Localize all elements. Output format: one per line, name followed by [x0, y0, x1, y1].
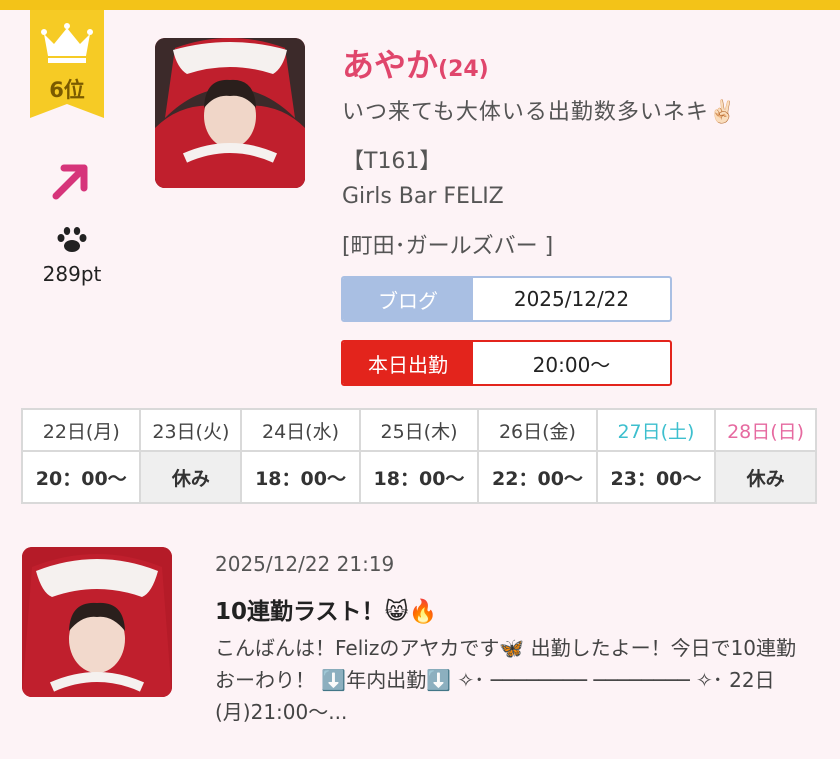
schedule-off: 休み	[714, 450, 817, 504]
schedule-day: 26日(金)	[477, 408, 598, 452]
schedule-time: 20：00〜	[20, 450, 142, 504]
profile-avatar[interactable]	[155, 38, 305, 188]
today-work-badge: 本日出勤 20:00〜	[341, 340, 672, 386]
blog-label: ブログ	[343, 278, 473, 320]
schedule-day: 24日(水)	[240, 408, 361, 452]
schedule-time: 23：00〜	[595, 450, 717, 504]
profile-catchphrase: いつ来ても大体いる出勤数多いネキ✌🏻	[342, 94, 737, 126]
shop-name[interactable]: Girls Bar FELIZ	[342, 184, 504, 209]
post-datetime: 2025/12/22 21:19	[215, 552, 395, 576]
catchphrase-text: いつ来ても大体いる出勤数多いネキ	[342, 100, 709, 125]
schedule-days-row: 22日(月) 23日(火) 24日(水) 25日(木) 26日(金) 27日(土…	[20, 408, 817, 452]
profile-age: (24)	[438, 57, 489, 82]
post-excerpt[interactable]: こんばんは！Felizのアヤカです🦋 出勤したよー！今日で10連勤おーわり！ ⬇…	[215, 632, 815, 728]
schedule-day: 23日(火)	[139, 408, 243, 452]
blog-link[interactable]: ブログ 2025/12/22	[341, 276, 672, 322]
rank-label: 6位	[49, 78, 85, 102]
post-thumbnail[interactable]	[22, 547, 172, 697]
schedule-time: 18：00〜	[358, 450, 480, 504]
profile-height: 【T161】	[342, 149, 442, 174]
points-value: 289pt	[42, 262, 102, 286]
profile-name[interactable]: あやか	[342, 46, 438, 84]
profile-name-row[interactable]: あやか(24)	[342, 40, 489, 86]
blog-date: 2025/12/22	[513, 287, 630, 311]
peace-sign-icon: ✌🏻	[708, 100, 738, 125]
today-work-label: 本日出勤	[343, 342, 473, 384]
schedule-off: 休み	[139, 450, 243, 504]
schedule-day: 25日(木)	[358, 408, 480, 452]
arrow-up-right-icon	[52, 164, 88, 200]
top-accent-bar	[0, 0, 840, 10]
schedule-day-saturday: 27日(土)	[595, 408, 717, 452]
weekly-schedule-table: 22日(月) 23日(火) 24日(水) 25日(木) 26日(金) 27日(土…	[20, 408, 817, 504]
paw-icon	[57, 227, 87, 252]
shop-area: [町田･ガールズバー ]	[342, 234, 554, 259]
rank-ribbon: 6位	[30, 10, 104, 118]
schedule-day: 22日(月)	[20, 408, 142, 452]
post-title[interactable]: 10連勤ラスト！😸🔥	[215, 592, 437, 626]
schedule-time: 22：00〜	[477, 450, 598, 504]
schedule-time: 18：00〜	[240, 450, 361, 504]
schedule-times-row: 20：00〜 休み 18：00〜 18：00〜 22：00〜 23：00〜 休み	[20, 450, 817, 504]
schedule-day-sunday: 28日(日)	[714, 408, 817, 452]
today-work-time: 20:00〜	[532, 352, 611, 377]
